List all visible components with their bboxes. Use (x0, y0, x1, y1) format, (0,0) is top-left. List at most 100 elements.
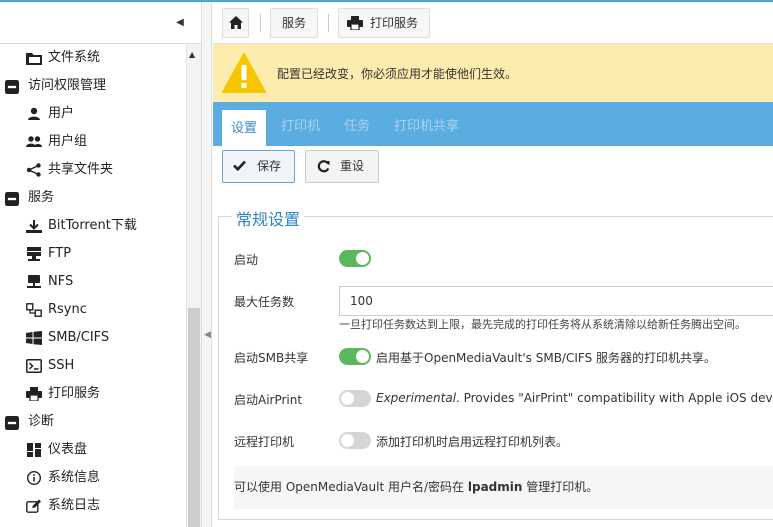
sidebar-item-label: 系统信息 (48, 470, 101, 485)
refresh-icon (317, 160, 330, 173)
server-icon (27, 247, 41, 261)
remote-printers-toggle[interactable] (339, 432, 371, 449)
sidebar-item-label: 用户组 (48, 134, 88, 149)
folder-icon (26, 53, 42, 65)
tab-bar: 设置 打印机 任务 打印机共享 (213, 102, 773, 146)
sidebar-item[interactable]: Rsync (0, 296, 186, 324)
sidebar-item-label: BitTorrent下载 (48, 218, 137, 233)
airprint-experimental-text: Experimental (376, 391, 457, 405)
sidebar-item[interactable]: 共享文件夹 (0, 156, 186, 184)
save-button[interactable]: 保存 (222, 150, 295, 183)
enable-toggle[interactable] (339, 250, 371, 267)
sidebar-item[interactable]: SSH (0, 352, 186, 380)
general-settings-legend: 常规设置 (232, 206, 305, 230)
download-icon (26, 220, 42, 233)
airprint-toggle[interactable] (339, 390, 371, 407)
sidebar-item[interactable]: 用户组 (0, 128, 186, 156)
minus-square-icon[interactable] (4, 192, 20, 206)
note-text-before: 可以使用 OpenMediaVault 用户名/密码在 (234, 480, 468, 494)
smb-share-label: 启动SMB共享 (234, 351, 309, 365)
sidebar-item-label: 诊断 (28, 414, 55, 429)
printer-icon (26, 387, 42, 401)
max-jobs-hint: 一旦打印任务数达到上限，最先完成的打印任务将从系统清除以给新任务腾出空间。 (339, 318, 746, 331)
sidebar-item-label: FTP (48, 246, 72, 261)
dashboard-icon (27, 443, 41, 457)
sidebar-item-label: 文件系统 (48, 50, 101, 65)
info-icon (27, 471, 41, 485)
sidebar-item[interactable]: FTP (0, 240, 186, 268)
sidebar-item[interactable]: 打印服务 (0, 380, 186, 408)
config-changed-warning: 配置已经改变，你必须应用才能使他们生效。 (213, 44, 773, 102)
sidebar-item[interactable]: BitTorrent下载 (0, 212, 186, 240)
sidebar-scrollbar[interactable]: ▲ (186, 44, 201, 527)
breadcrumb-current-label: 打印服务 (370, 16, 419, 30)
sidebar-group[interactable]: 诊断 (0, 408, 186, 436)
sidebar-item-label: Rsync (48, 302, 87, 317)
printer-icon (347, 16, 363, 30)
minus-square-icon[interactable] (4, 416, 20, 430)
breadcrumb-services[interactable]: 服务 (270, 8, 318, 38)
sidebar-item-label: 服务 (28, 190, 55, 205)
sidebar-item[interactable]: NFS (0, 268, 186, 296)
warning-text: 配置已经改变，你必须应用才能使他们生效。 (277, 67, 518, 81)
breadcrumb-print-service[interactable]: 打印服务 (338, 8, 430, 38)
sync-icon (26, 303, 42, 317)
terminal-icon (26, 359, 42, 373)
users-icon (26, 136, 42, 147)
network-drive-icon (27, 275, 41, 288)
sidebar-item-label: 访问权限管理 (28, 78, 107, 93)
sidebar-item[interactable]: 用户 (0, 100, 186, 128)
airprint-description: Experimental. Provides "AirPrint" compat… (376, 391, 773, 405)
toggle-knob (341, 392, 354, 405)
sidebar: ◀ 文件系统访问权限管理用户用户组共享文件夹服务 BitTorrent下载 FTP N… (0, 2, 202, 527)
sidebar-item-label: 打印服务 (48, 386, 101, 401)
breadcrumb-separator (260, 14, 261, 32)
scrollbar-thumb[interactable] (188, 308, 200, 527)
toggle-knob (356, 252, 369, 265)
sidebar-item[interactable]: 系统日志 (0, 492, 186, 520)
tab-settings[interactable]: 设置 (222, 110, 267, 146)
sidebar-item[interactable]: 仪表盘 (0, 436, 186, 464)
smb-share-toggle[interactable] (339, 348, 371, 365)
navigation-tree: 文件系统访问权限管理用户用户组共享文件夹服务 BitTorrent下载 FTP NFS… (0, 44, 186, 520)
max-jobs-label: 最大任务数 (234, 295, 295, 309)
scroll-up-icon[interactable]: ▲ (189, 50, 195, 59)
tab-jobs[interactable]: 任务 (344, 102, 370, 146)
sidebar-item-label: 共享文件夹 (48, 162, 114, 177)
sidebar-header: ◀ (0, 2, 201, 44)
tab-printers[interactable]: 打印机 (281, 102, 320, 146)
sidebar-item[interactable]: SMB/CIFS (0, 324, 186, 352)
smb-share-description: 启用基于OpenMediaVault's SMB/CIFS 服务器的打印机共享。 (376, 351, 717, 365)
toggle-knob (341, 434, 354, 447)
collapse-sidebar-icon[interactable]: ◀ (175, 16, 185, 30)
sidebar-group[interactable]: 服务 (0, 184, 186, 212)
user-icon (28, 107, 40, 120)
toggle-knob (356, 350, 369, 363)
breadcrumb: 服务 打印服务 (213, 2, 773, 44)
tab-printer-sharing[interactable]: 打印机共享 (394, 102, 459, 146)
warning-icon (222, 53, 266, 93)
windows-icon (26, 331, 42, 345)
sidebar-group[interactable]: 访问权限管理 (0, 72, 186, 100)
max-jobs-input[interactable] (339, 286, 773, 316)
share-icon (26, 163, 41, 177)
sidebar-item[interactable]: 文件系统 (0, 44, 186, 72)
lpadmin-note: 可以使用 OpenMediaVault 用户名/密码在 lpadmin 管理打印… (234, 466, 773, 509)
home-button[interactable] (222, 8, 249, 38)
minus-square-icon[interactable] (4, 80, 20, 94)
airprint-label: 启动AirPrint (234, 393, 303, 407)
reset-label: 重设 (340, 159, 365, 173)
breadcrumb-separator (328, 14, 329, 32)
sidebar-item-label: 用户 (48, 106, 75, 121)
reset-button[interactable]: 重设 (305, 150, 379, 183)
note-text-after: 管理打印机。 (522, 480, 599, 494)
splitter-arrow-icon[interactable]: ◀ (204, 330, 211, 340)
sidebar-item-label: 系统日志 (48, 498, 101, 513)
sidebar-item-label: 仪表盘 (48, 442, 88, 457)
sidebar-item[interactable]: 系统信息 (0, 464, 186, 492)
check-icon (233, 160, 246, 171)
home-icon (229, 16, 243, 29)
panel-splitter[interactable]: ◀ (202, 2, 212, 527)
sidebar-item-label: NFS (48, 274, 74, 289)
enable-label: 启动 (234, 253, 259, 267)
